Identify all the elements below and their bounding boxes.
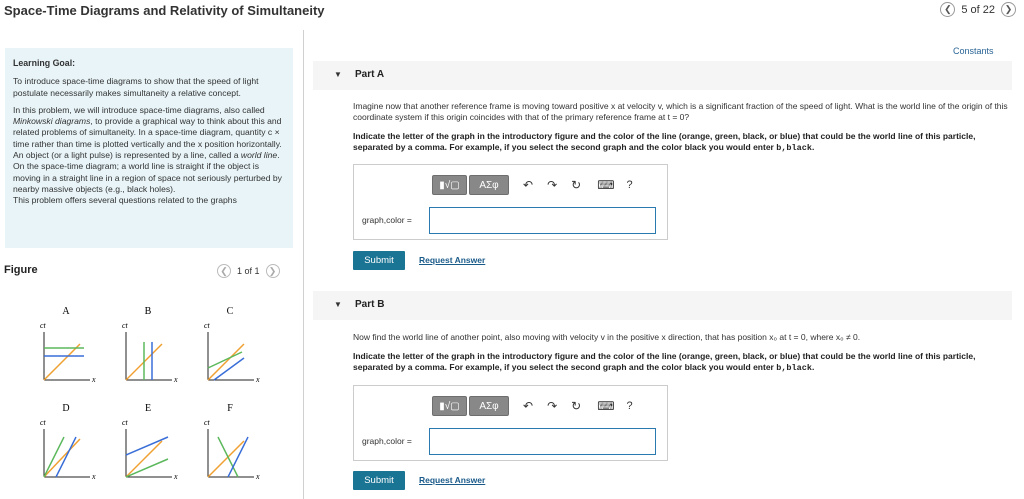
figure-next-icon[interactable]: ❯: [265, 264, 280, 278]
symbols-button[interactable]: ΑΣφ: [469, 175, 509, 195]
learning-goal-p2: In this problem, we will introduce space…: [13, 104, 282, 149]
svg-text:ct: ct: [122, 321, 129, 330]
part-a-header[interactable]: ▼ Part A: [313, 61, 1012, 90]
axis-x-label: x: [91, 375, 96, 384]
page-title: Space-Time Diagrams and Relativity of Si…: [4, 3, 325, 18]
panel-label-f: F: [227, 403, 233, 414]
part-b-submit-button[interactable]: Submit: [353, 471, 405, 490]
help-icon[interactable]: ?: [627, 179, 633, 191]
learning-goal-p3: An object (or a light pulse) is represen…: [13, 150, 282, 194]
panel-label-c: C: [227, 306, 234, 317]
part-b-request-answer-link[interactable]: Request Answer: [419, 475, 485, 485]
problem-pager: ❮ 5 of 22 ❯: [940, 2, 1016, 17]
learning-goal-heading: Learning Goal:: [13, 58, 76, 68]
collapse-triangle-icon[interactable]: ▼: [334, 300, 342, 309]
svg-text:x: x: [173, 375, 178, 384]
next-icon[interactable]: ❯: [1001, 2, 1016, 17]
panel-f: ct x: [204, 418, 260, 481]
undo-icon[interactable]: ↶: [523, 399, 533, 413]
svg-text:x: x: [255, 472, 260, 481]
part-a-question: Imagine now that another reference frame…: [353, 101, 1008, 122]
redo-icon[interactable]: ↷: [547, 399, 557, 413]
panel-e: ct x: [122, 418, 178, 481]
templates-button[interactable]: ▮√▢: [432, 175, 467, 195]
part-a-instruction: Indicate the letter of the graph in the …: [353, 131, 976, 153]
panel-label-e: E: [145, 403, 151, 414]
reset-icon[interactable]: ↻: [571, 399, 581, 413]
constants-link[interactable]: Constants: [953, 46, 994, 56]
part-b-answer-box: ▮√▢ ΑΣφ ↶ ↷ ↻ ⌨ ? graph,color =: [353, 385, 668, 461]
part-b-instruction: Indicate the letter of the graph in the …: [353, 351, 976, 373]
svg-text:x: x: [91, 472, 96, 481]
figure-title: Figure: [4, 264, 38, 276]
symbols-button[interactable]: ΑΣφ: [469, 396, 509, 416]
templates-button[interactable]: ▮√▢: [432, 396, 467, 416]
part-b-field-label: graph,color =: [362, 436, 412, 446]
figure-header: Figure ❮ 1 of 1 ❯: [4, 264, 294, 282]
math-toolbar: ▮√▢ ΑΣφ ↶ ↷ ↻ ⌨ ?: [432, 396, 633, 416]
figure-prev-icon[interactable]: ❮: [217, 264, 231, 278]
learning-goal-intro: To introduce space-time diagrams to show…: [13, 76, 259, 98]
part-a-answer-input[interactable]: [429, 207, 656, 234]
learning-goal-box: Learning Goal: To introduce space-time d…: [5, 48, 293, 248]
panel-label-a: A: [62, 306, 70, 317]
redo-icon[interactable]: ↷: [547, 178, 557, 192]
svg-text:x: x: [255, 375, 260, 384]
part-b-header[interactable]: ▼ Part B: [313, 291, 1012, 320]
axis-ct-label: ct: [40, 321, 47, 330]
part-a-submit-button[interactable]: Submit: [353, 251, 405, 270]
panel-label-d: D: [62, 403, 69, 414]
collapse-triangle-icon[interactable]: ▼: [334, 70, 342, 79]
panel-d: ct x: [40, 418, 96, 481]
part-a-label: Part A: [355, 69, 385, 80]
svg-text:ct: ct: [204, 418, 211, 427]
keyboard-icon[interactable]: ⌨: [597, 399, 614, 413]
panel-b: ct x: [122, 321, 178, 384]
svg-text:ct: ct: [204, 321, 211, 330]
problem-count: 5 of 22: [961, 3, 995, 16]
top-bar: Space-Time Diagrams and Relativity of Si…: [0, 0, 1024, 24]
undo-icon[interactable]: ↶: [523, 178, 533, 192]
part-b-question: Now find the world line of another point…: [353, 332, 861, 342]
spacetime-figure: A B C D E F ct x ct x ct x ct x ct x ct …: [40, 306, 260, 481]
panel-c: ct x: [204, 321, 260, 384]
keyboard-icon[interactable]: ⌨: [597, 178, 614, 192]
svg-text:ct: ct: [40, 418, 47, 427]
help-icon[interactable]: ?: [627, 400, 633, 412]
part-a-field-label: graph,color =: [362, 215, 412, 225]
reset-icon[interactable]: ↻: [571, 178, 581, 192]
math-toolbar: ▮√▢ ΑΣφ ↶ ↷ ↻ ⌨ ?: [432, 175, 633, 195]
prev-icon[interactable]: ❮: [940, 2, 956, 17]
figure-count: 1 of 1: [237, 266, 260, 276]
panel-label-b: B: [145, 306, 152, 317]
figure-pager: ❮ 1 of 1 ❯: [217, 264, 280, 278]
part-b-answer-input[interactable]: [429, 428, 656, 455]
column-divider: [303, 30, 304, 499]
part-a-request-answer-link[interactable]: Request Answer: [419, 255, 485, 265]
part-b-label: Part B: [355, 299, 385, 310]
learning-goal-p4: This problem offers several questions re…: [13, 195, 237, 206]
panel-a: ct x: [40, 321, 96, 384]
svg-text:x: x: [173, 472, 178, 481]
part-a-answer-box: ▮√▢ ΑΣφ ↶ ↷ ↻ ⌨ ? graph,color =: [353, 164, 668, 240]
svg-text:ct: ct: [122, 418, 129, 427]
